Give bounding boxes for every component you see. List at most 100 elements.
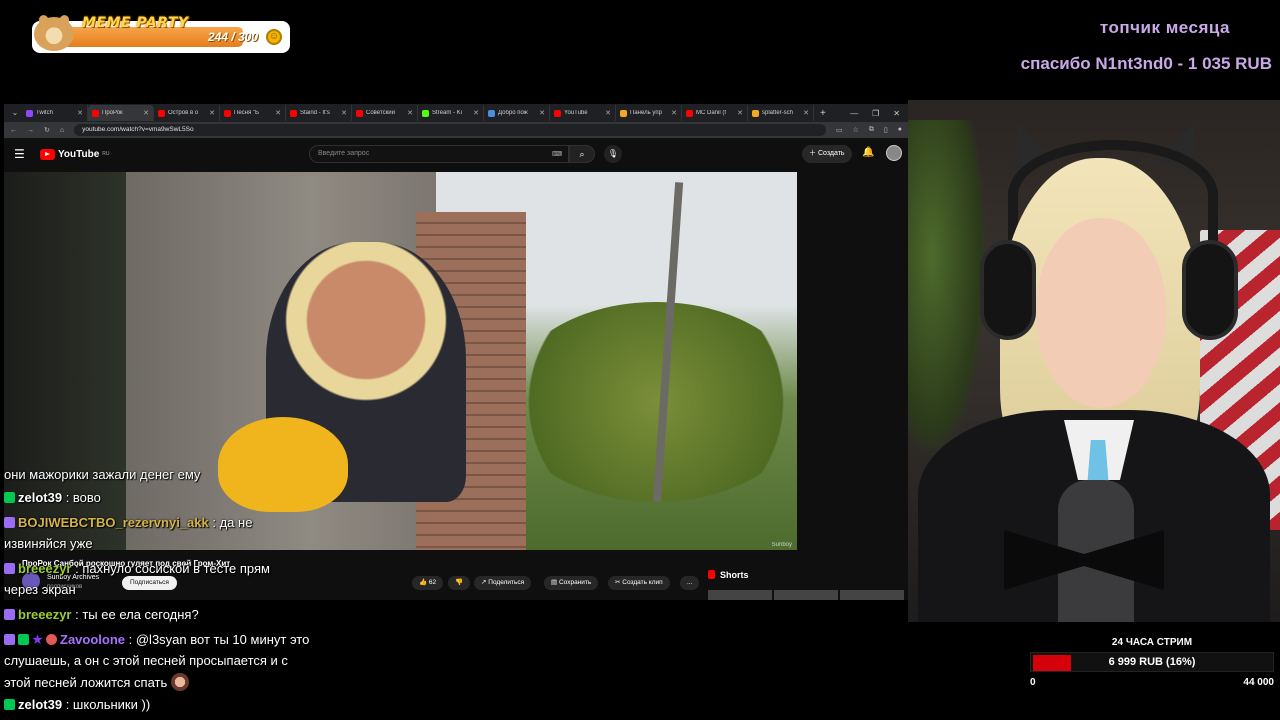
headset-cup-left bbox=[980, 240, 1036, 340]
notifications-bell-icon[interactable]: 🔔 bbox=[862, 147, 874, 158]
subscribe-button[interactable]: Подписаться bbox=[122, 576, 177, 590]
profile-icon[interactable]: ● bbox=[898, 126, 902, 134]
coin-icon: ☺ bbox=[266, 29, 282, 45]
chat-username[interactable]: zelot39 bbox=[18, 697, 62, 712]
tab-close-icon[interactable]: ✕ bbox=[539, 109, 545, 117]
url-field[interactable]: youtube.com/watch?v=vma9wSwL5So bbox=[74, 124, 826, 136]
clip-button[interactable]: ✂ Создать клип bbox=[608, 576, 670, 590]
chat-username[interactable]: zelot39 bbox=[18, 490, 62, 505]
chat-text: они мажорики зажали денег ему bbox=[4, 467, 201, 482]
chat-badge-purple-icon bbox=[4, 517, 15, 528]
chat-message: BOJIWEBCTBO_rezervnyi_akk : да не bbox=[4, 515, 252, 530]
bookmark-star-icon[interactable]: ☆ bbox=[853, 126, 859, 134]
tab-close-icon[interactable]: ✕ bbox=[803, 109, 809, 117]
extensions-icon[interactable]: ⧉ bbox=[869, 126, 874, 134]
video-player[interactable]: Sunboy bbox=[126, 172, 797, 550]
tab-favicon-icon bbox=[752, 109, 759, 117]
like-button[interactable]: 👍 62 bbox=[412, 576, 444, 590]
account-avatar[interactable] bbox=[886, 145, 902, 161]
subathon-max-label: 44 000 bbox=[1243, 677, 1274, 688]
tab-close-icon[interactable]: ✕ bbox=[671, 109, 677, 117]
menu-icon[interactable]: ☰ bbox=[14, 147, 32, 161]
chat-message: breeezyr : ты ее ела сегодня? bbox=[4, 607, 199, 622]
doge-icon bbox=[34, 17, 74, 51]
streamer-face bbox=[1036, 218, 1166, 408]
home-icon[interactable]: ⌂ bbox=[60, 127, 64, 134]
tab-favicon-icon bbox=[488, 109, 495, 117]
tab-close-icon[interactable]: ✕ bbox=[605, 109, 611, 117]
browser-tab[interactable]: Twitch ✕ bbox=[22, 105, 88, 121]
tab-label: Остров в о bbox=[168, 110, 199, 116]
tab-search-icon[interactable]: ⌄ bbox=[8, 107, 22, 119]
share-button[interactable]: ↗ Поделиться bbox=[474, 576, 532, 590]
thumbs-up-icon: 👍 bbox=[419, 579, 428, 586]
thumbs-down-icon: 👎 bbox=[455, 579, 464, 586]
chat-badge-green-icon bbox=[4, 699, 15, 710]
headset-cup-right bbox=[1182, 240, 1238, 340]
create-button[interactable]: ＋ Создать bbox=[802, 145, 852, 163]
minimize-icon[interactable]: — bbox=[850, 109, 858, 118]
dislike-button[interactable]: 👎 bbox=[448, 576, 471, 590]
chat-username[interactable]: breeezyr bbox=[18, 607, 71, 622]
shorts-heading: Shorts bbox=[708, 570, 749, 580]
video-watermark: Sunboy bbox=[771, 542, 792, 548]
cast-icon[interactable]: ▭ bbox=[836, 126, 843, 134]
chat-username[interactable]: BOJIWEBCTBO_rezervnyi_akk bbox=[18, 515, 209, 530]
tab-label: Советский bbox=[366, 110, 395, 116]
save-label: Сохранить bbox=[558, 579, 592, 586]
browser-tab[interactable]: splatter-sch ✕ bbox=[748, 105, 814, 121]
sidebar-icon[interactable]: ▯ bbox=[884, 126, 888, 134]
chat-username[interactable]: Zavoolone bbox=[60, 632, 125, 647]
tab-close-icon[interactable]: ✕ bbox=[275, 109, 281, 117]
chat-message: zelot39 : вово bbox=[4, 490, 101, 505]
chat-badge-green-icon bbox=[4, 492, 15, 503]
chat-message: слушаешь, а он с этой песней просыпается… bbox=[4, 653, 288, 668]
browser-tab[interactable]: Остров в о ✕ bbox=[154, 105, 220, 121]
browser-tab[interactable]: Stream - Ki ✕ bbox=[418, 105, 484, 121]
shorts-thumbnails[interactable] bbox=[708, 590, 904, 600]
chat-text: : @l3syan вот ты 10 минут это bbox=[128, 632, 310, 647]
reload-icon[interactable]: ↻ bbox=[44, 126, 50, 134]
tab-close-icon[interactable]: ✕ bbox=[407, 109, 413, 117]
chat-message: этой песней ложится спать bbox=[4, 673, 190, 691]
chat-message: извиняйся уже bbox=[4, 536, 93, 551]
browser-tab[interactable]: Песня "Б ✕ bbox=[220, 105, 286, 121]
tab-favicon-icon bbox=[620, 109, 627, 117]
tab-close-icon[interactable]: ✕ bbox=[143, 109, 149, 117]
microphone-icon[interactable]: 🎙 bbox=[604, 145, 622, 163]
browser-tab[interactable]: MC Danil (f ✕ bbox=[682, 105, 748, 121]
maximize-icon[interactable]: ❐ bbox=[872, 109, 879, 118]
forward-icon[interactable]: → bbox=[27, 127, 34, 134]
save-button[interactable]: ▤ Сохранить bbox=[544, 576, 599, 590]
tab-close-icon[interactable]: ✕ bbox=[209, 109, 215, 117]
keyboard-icon[interactable]: ⌨ bbox=[552, 150, 562, 158]
browser-tab[interactable]: Добро пож ✕ bbox=[484, 105, 550, 121]
close-window-icon[interactable]: ✕ bbox=[893, 109, 900, 118]
browser-tab[interactable]: Советский ✕ bbox=[352, 105, 418, 121]
tab-close-icon[interactable]: ✕ bbox=[473, 109, 479, 117]
youtube-play-icon bbox=[40, 148, 55, 160]
tab-label: YouTube bbox=[564, 110, 588, 116]
tab-close-icon[interactable]: ✕ bbox=[341, 109, 347, 117]
tab-label: Песня "Б bbox=[234, 110, 259, 116]
browser-tab[interactable]: Панель упр ✕ bbox=[616, 105, 682, 121]
subathon-amount: 6 999 RUB (16%) bbox=[1108, 656, 1196, 668]
new-tab-button[interactable]: + bbox=[814, 108, 832, 119]
browser-tab[interactable]: YouTube ✕ bbox=[550, 105, 616, 121]
player-ambient-right bbox=[797, 172, 908, 550]
search-input[interactable]: Введите запрос bbox=[309, 145, 569, 163]
top-donor-label: топчик месяца bbox=[1099, 18, 1230, 37]
chat-username[interactable]: breeezyr bbox=[18, 561, 71, 576]
back-icon[interactable]: ← bbox=[10, 127, 17, 134]
webcam-plant bbox=[908, 120, 988, 460]
tab-close-icon[interactable]: ✕ bbox=[737, 109, 743, 117]
browser-tab[interactable]: ПроРок ✕ bbox=[88, 105, 154, 121]
tab-close-icon[interactable]: ✕ bbox=[77, 109, 83, 117]
subathon-min-label: 0 bbox=[1030, 677, 1036, 688]
browser-tab[interactable]: Staind - It's ✕ bbox=[286, 105, 352, 121]
search-button[interactable]: ⌕ bbox=[569, 145, 595, 163]
more-actions-button[interactable]: ... bbox=[680, 576, 700, 590]
meme-party-title: MEME PARTY bbox=[82, 15, 189, 31]
video-frame-yellow-hat bbox=[218, 417, 348, 512]
youtube-logo[interactable]: YouTube RU bbox=[40, 148, 110, 160]
